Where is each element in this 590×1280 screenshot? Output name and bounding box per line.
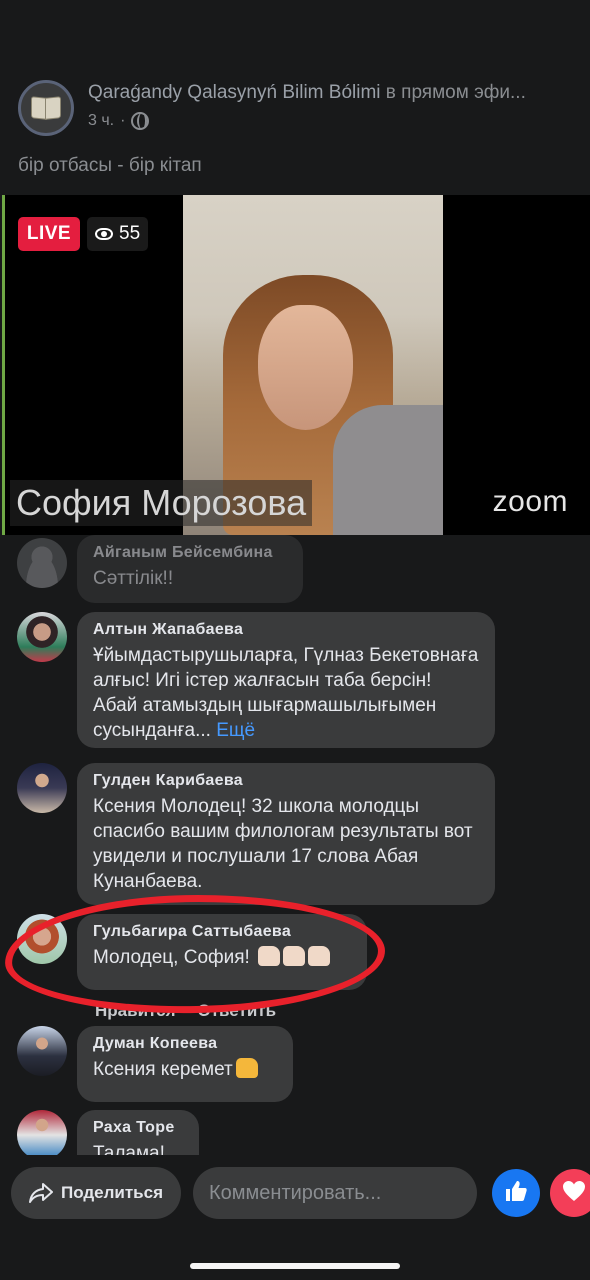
comment-author[interactable]: Гулден Карибаева: [93, 772, 479, 790]
comment-bubble[interactable]: Айганым Бейсембина Сәттілік!!: [77, 535, 303, 603]
post-meta: 3 ч. ·: [88, 112, 150, 130]
thumbs-up-emoji: [235, 1058, 258, 1078]
post-text: бір отбасы - бір кітап: [18, 155, 202, 176]
avatar[interactable]: [17, 763, 67, 813]
viewer-count-badge: 55: [87, 217, 149, 251]
eye-icon: [95, 228, 113, 240]
viewer-count: 55: [119, 223, 141, 244]
like-reaction-button[interactable]: [492, 1169, 540, 1217]
bottom-action-bar: Поделиться: [0, 1155, 590, 1280]
comment-bubble[interactable]: Гулден Карибаева Ксения Молодец! 32 школ…: [77, 763, 495, 905]
avatar[interactable]: [17, 1110, 67, 1155]
comment-actions: Нравится Ответить: [95, 1001, 276, 1021]
share-arrow-icon: [28, 1183, 53, 1203]
comments-list[interactable]: Айганым Бейсембина Сәттілік!! Алтын Жапа…: [0, 535, 590, 1155]
thumbs-up-emoji: [258, 946, 281, 966]
post-header: Qaraǵandy Qalasynyń Bilim Bólimi в прямо…: [0, 72, 590, 142]
page-name[interactable]: Qaraǵandy Qalasynyń Bilim Bólimi: [88, 82, 381, 103]
comment-author[interactable]: Алтын Жапабаева: [93, 621, 479, 639]
comment-text: Ұйымдастырушыларға, Гүлназ Бекетовнаға а…: [93, 645, 479, 741]
live-status-text: в прямом эфи...: [385, 82, 526, 103]
avatar[interactable]: [17, 914, 67, 964]
meta-separator: ·: [120, 112, 126, 129]
live-badge: LIVE: [18, 217, 80, 251]
thumbs-up-emoji: [308, 946, 331, 966]
see-more-link[interactable]: Ещё: [216, 720, 255, 741]
post-time: 3 ч.: [88, 112, 115, 129]
avatar[interactable]: [17, 538, 67, 588]
comment-bubble[interactable]: Раха Торе Талама!: [77, 1110, 199, 1155]
thumbs-up-emoji: [283, 946, 306, 966]
love-reaction-button[interactable]: [550, 1169, 590, 1217]
share-label: Поделиться: [60, 1183, 164, 1202]
avatar[interactable]: [17, 1026, 67, 1076]
comment-author[interactable]: Айганым Бейсембина: [93, 544, 287, 562]
comment-text: Ксения Молодец! 32 школа молодцы спасибо…: [93, 796, 473, 892]
comment-bubble[interactable]: Думан Копеева Ксения керемет: [77, 1026, 293, 1102]
comment-input[interactable]: [193, 1167, 477, 1219]
comment-bubble[interactable]: Алтын Жапабаева Ұйымдастырушыларға, Гүлн…: [77, 612, 495, 748]
comment-text: Ксения керемет: [93, 1057, 277, 1082]
speaker-name: София Морозова: [10, 480, 313, 526]
reply-button[interactable]: Ответить: [198, 1001, 277, 1021]
comment-author[interactable]: Раха Торе: [93, 1119, 183, 1137]
comment-bubble[interactable]: Гульбагира Саттыбаева Молодец, София!: [77, 914, 367, 990]
zoom-logo: zoom: [492, 485, 568, 518]
book-logo-icon: [31, 97, 61, 119]
thumbs-up-icon: [503, 1178, 529, 1209]
home-indicator[interactable]: [190, 1263, 400, 1269]
page-avatar[interactable]: [18, 80, 74, 136]
avatar[interactable]: [17, 612, 67, 662]
share-button[interactable]: Поделиться: [11, 1167, 181, 1219]
comment-text: Сәттілік!!: [93, 568, 174, 589]
heart-icon: [561, 1179, 587, 1208]
like-comment-button[interactable]: Нравится: [95, 1001, 176, 1021]
live-video-player[interactable]: София Морозова zoom LIVE 55: [2, 195, 590, 535]
globe-icon: [131, 112, 150, 130]
comment-author[interactable]: Думан Копеева: [93, 1035, 277, 1053]
comment-author[interactable]: Гульбагира Саттыбаева: [93, 923, 351, 941]
page-name-line[interactable]: Qaraǵandy Qalasynyń Bilim Bólimi в прямо…: [88, 82, 578, 104]
comment-text: Талама!: [93, 1143, 165, 1155]
comment-text: Молодец, София!: [93, 945, 351, 970]
